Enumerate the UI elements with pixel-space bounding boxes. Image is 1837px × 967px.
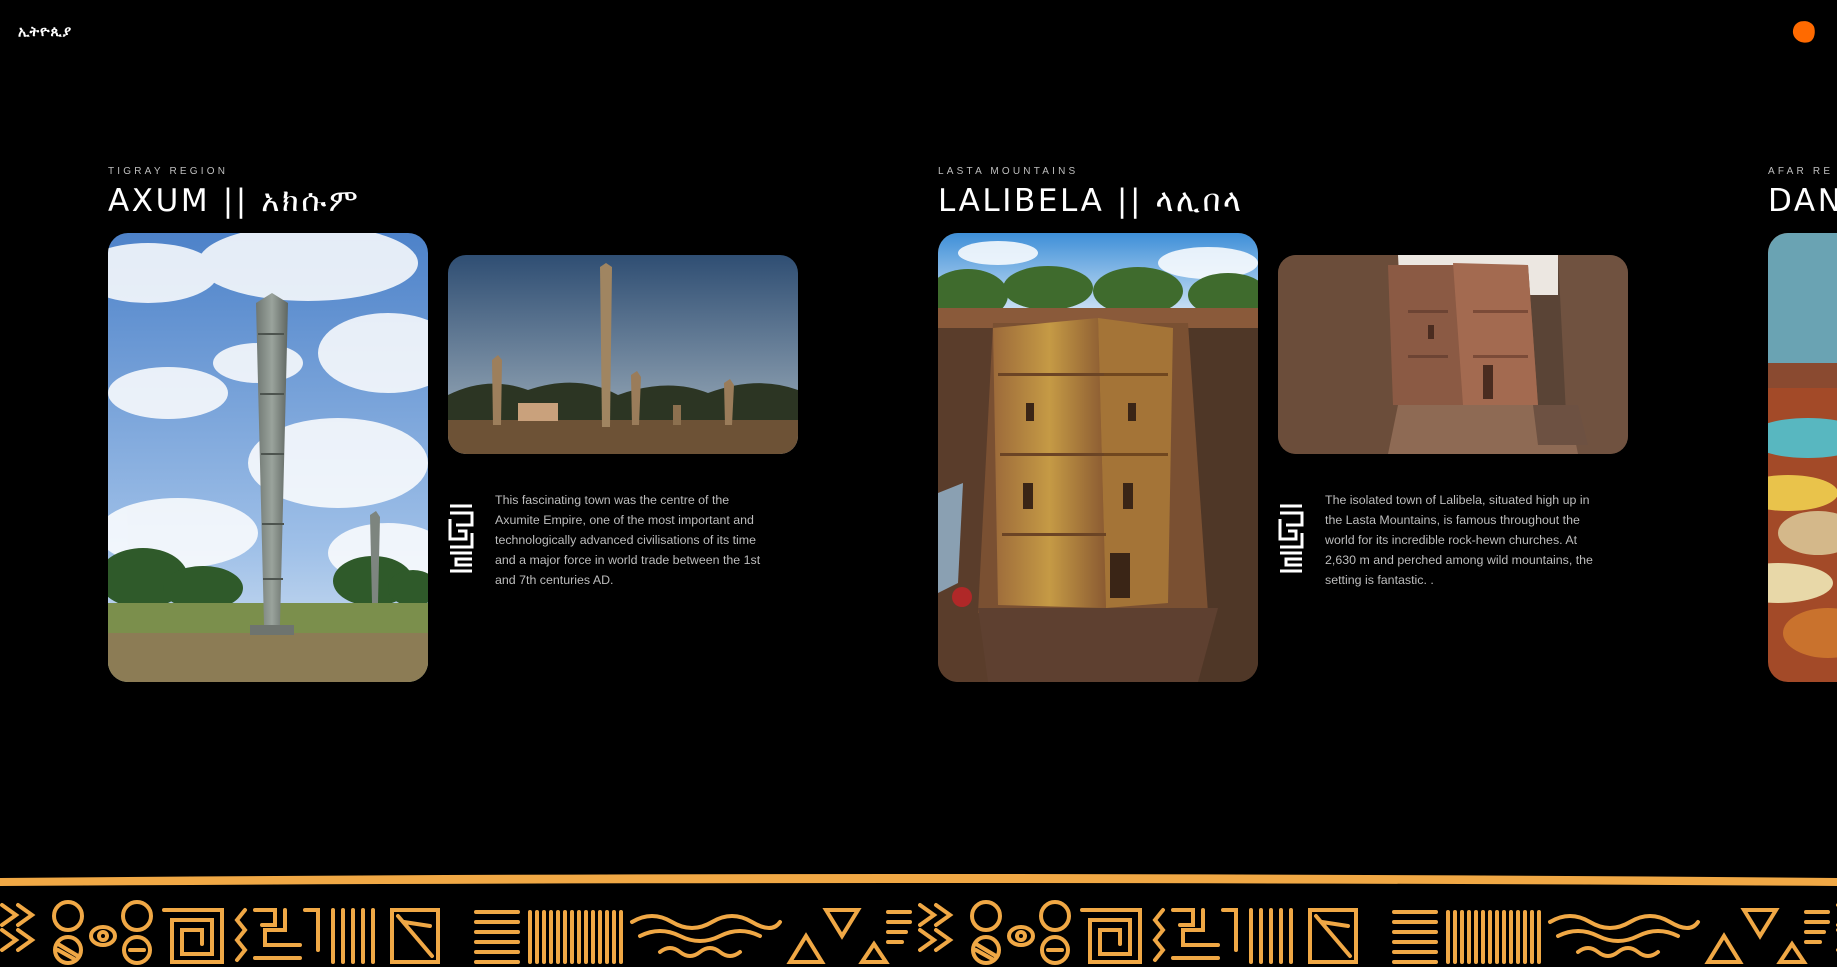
site-logo[interactable]: ኢትዮጲያ xyxy=(18,24,72,40)
destination-description: The isolated town of Lalibela, situated … xyxy=(1325,493,1593,588)
destination-danakil: AFAR RE DAN xyxy=(1768,0,1837,700)
danakil-main-photo[interactable] xyxy=(1768,233,1837,682)
destination-title: LALIBELA || ላሊበላ xyxy=(938,183,1244,219)
destination-title: AXUM || አክሱም xyxy=(108,183,361,219)
destination-axum: TIGRAY REGION AXUM || አክሱም This fascinat… xyxy=(108,0,828,700)
destination-lalibela: LASTA MOUNTAINS LALIBELA || ላሊበላ The iso… xyxy=(938,0,1658,700)
destination-description: This fascinating town was the centre of … xyxy=(495,493,761,588)
geometric-glyph-icon xyxy=(1278,504,1304,573)
region-label: LASTA MOUNTAINS xyxy=(938,166,1079,177)
axum-main-photo[interactable] xyxy=(108,233,428,682)
axum-side-photo[interactable] xyxy=(448,255,798,454)
lalibela-side-photo[interactable] xyxy=(1278,255,1628,454)
geometric-glyph-icon xyxy=(448,504,474,573)
region-label: TIGRAY REGION xyxy=(108,166,229,177)
region-label: AFAR RE xyxy=(1768,166,1834,177)
lalibela-main-photo[interactable] xyxy=(938,233,1258,682)
ethiopian-tribal-pattern-band xyxy=(0,870,1837,967)
destination-title: DAN xyxy=(1768,183,1837,219)
